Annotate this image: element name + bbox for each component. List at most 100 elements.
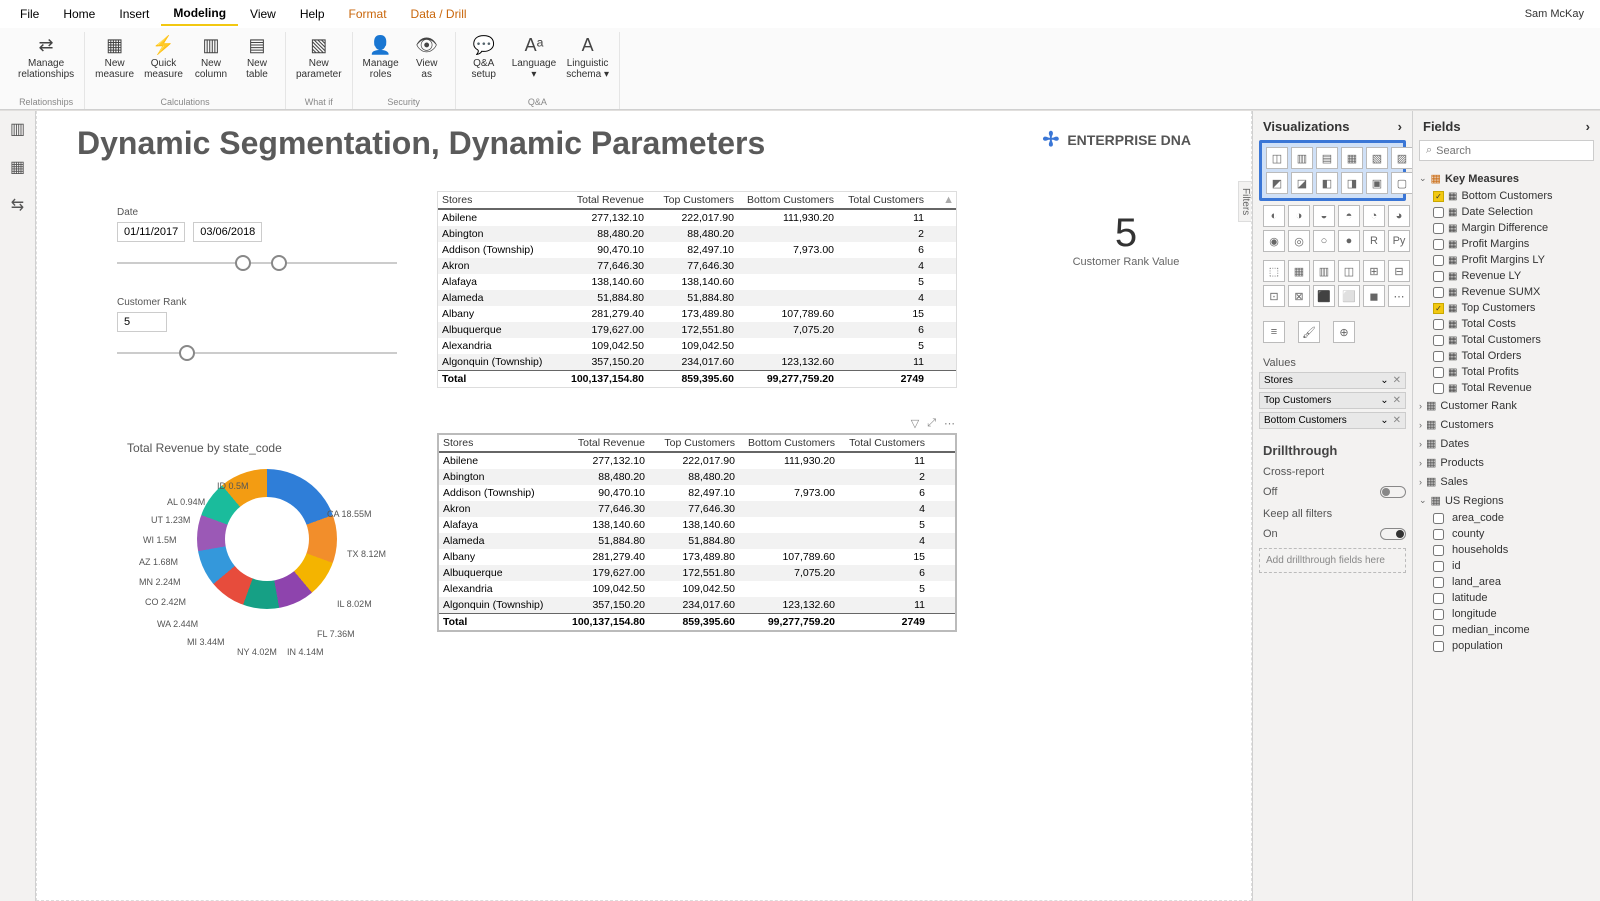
ribbon-q-a-setup[interactable]: 💬Q&Asetup [462, 32, 506, 82]
table-row[interactable]: Algonquin (Township)357,150.20234,017.60… [439, 597, 955, 613]
field-area_code[interactable]: area_code [1419, 510, 1594, 526]
viz-type-icon[interactable]: ◼ [1363, 285, 1385, 307]
field-longitude[interactable]: longitude [1419, 606, 1594, 622]
fields-table-dates[interactable]: ›▦Dates [1419, 434, 1594, 453]
table-row[interactable]: Alexandria109,042.50109,042.505 [439, 581, 955, 597]
viz-type-icon[interactable]: ▦ [1341, 147, 1363, 169]
ribbon-new-measure[interactable]: ▦Newmeasure [91, 32, 138, 82]
field-date-selection[interactable]: ▦Date Selection [1419, 204, 1594, 220]
viz-type-icon[interactable]: ⬜ [1338, 285, 1360, 307]
keep-filters-toggle[interactable] [1380, 528, 1406, 540]
menu-modeling[interactable]: Modeling [161, 2, 238, 26]
viz-type-icon[interactable]: ◕ [1388, 205, 1410, 227]
viz-type-icon[interactable]: ⊠ [1288, 285, 1310, 307]
menu-insert[interactable]: Insert [107, 3, 161, 25]
viz-type-icon[interactable]: ◑ [1288, 205, 1310, 227]
field-revenue-ly[interactable]: ▦Revenue LY [1419, 268, 1594, 284]
viz-type-icon[interactable]: ⬚ [1263, 260, 1285, 282]
filters-pane-collapsed[interactable]: Filters [1238, 181, 1252, 222]
table-row[interactable]: Abilene277,132.10222,017.90111,930.2011 [438, 210, 956, 226]
fields-table-us-regions[interactable]: ⌄▦US Regions [1419, 491, 1594, 510]
field-median_income[interactable]: median_income [1419, 622, 1594, 638]
table-row[interactable]: Alameda51,884.8051,884.804 [439, 533, 955, 549]
fields-table-customers[interactable]: ›▦Customers [1419, 415, 1594, 434]
ribbon-new-column[interactable]: ▥Newcolumn [189, 32, 233, 82]
viz-type-icon[interactable]: ○ [1313, 230, 1335, 252]
menu-format[interactable]: Format [337, 3, 399, 25]
viz-type-icon[interactable]: ◩ [1266, 172, 1288, 194]
table-visual-2-selected[interactable]: ▽ ⤢ ⋯ StoresTotal RevenueTop CustomersBo… [437, 433, 957, 632]
viz-type-icon[interactable]: ▤ [1316, 147, 1338, 169]
ribbon-new-parameter[interactable]: ▧Newparameter [292, 32, 346, 82]
table-row[interactable]: Albany281,279.40173,489.80107,789.6015 [439, 549, 955, 565]
viz-type-icon[interactable]: ● [1338, 230, 1360, 252]
field-profit-margins-ly[interactable]: ▦Profit Margins LY [1419, 252, 1594, 268]
ribbon-linguistic-schema-[interactable]: ALinguisticschema ▾ [562, 32, 613, 82]
viz-type-icon[interactable]: ⬛ [1313, 285, 1335, 307]
field-total-customers[interactable]: ▦Total Customers [1419, 332, 1594, 348]
viz-type-icon[interactable]: ⊟ [1388, 260, 1410, 282]
ribbon-new-table[interactable]: ▤Newtable [235, 32, 279, 82]
table-visual-1[interactable]: StoresTotal RevenueTop CustomersBottom C… [437, 191, 957, 388]
viz-type-icon[interactable]: ◫ [1338, 260, 1360, 282]
model-view-icon[interactable]: ⇆ [8, 195, 28, 215]
viz-type-icon[interactable]: Py [1388, 230, 1410, 252]
table-row[interactable]: Alameda51,884.8051,884.804 [438, 290, 956, 306]
menu-file[interactable]: File [8, 3, 51, 25]
rank-input[interactable]: 5 [117, 312, 167, 332]
table-row[interactable]: Alafaya138,140.60138,140.605 [438, 274, 956, 290]
field-profit-margins[interactable]: ▦Profit Margins [1419, 236, 1594, 252]
viz-type-icon[interactable]: ◨ [1341, 172, 1363, 194]
menu-data-drill[interactable]: Data / Drill [399, 3, 479, 25]
field-total-profits[interactable]: ▦Total Profits [1419, 364, 1594, 380]
field-margin-difference[interactable]: ▦Margin Difference [1419, 220, 1594, 236]
table-row[interactable]: Addison (Township)90,470.1082,497.107,97… [438, 242, 956, 258]
focus-icon[interactable]: ⤢ [927, 417, 936, 430]
viz-type-icon[interactable]: ▧ [1366, 147, 1388, 169]
table-row[interactable]: Abington88,480.2088,480.202 [438, 226, 956, 242]
field-land_area[interactable]: land_area [1419, 574, 1594, 590]
field-revenue-sumx[interactable]: ▦Revenue SUMX [1419, 284, 1594, 300]
viz-type-icon[interactable]: ▥ [1291, 147, 1313, 169]
viz-type-icon[interactable]: ▣ [1366, 172, 1388, 194]
fields-table-products[interactable]: ›▦Products [1419, 453, 1594, 472]
viz-type-icon[interactable]: ◐ [1263, 205, 1285, 227]
viz-type-icon[interactable]: ◫ [1266, 147, 1288, 169]
menu-home[interactable]: Home [51, 3, 107, 25]
fields-table-sales[interactable]: ›▦Sales [1419, 472, 1594, 491]
table-row[interactable]: Algonquin (Township)357,150.20234,017.60… [438, 354, 956, 370]
date-to-input[interactable]: 03/06/2018 [193, 222, 262, 242]
table-row[interactable]: Addison (Township)90,470.1082,497.107,97… [439, 485, 955, 501]
data-view-icon[interactable]: ▦ [8, 157, 28, 177]
field-households[interactable]: households [1419, 542, 1594, 558]
table-row[interactable]: Albany281,279.40173,489.80107,789.6015 [438, 306, 956, 322]
field-total-costs[interactable]: ▦Total Costs [1419, 316, 1594, 332]
field-total-revenue[interactable]: ▦Total Revenue [1419, 380, 1594, 396]
viz-type-icon[interactable]: ⋯ [1388, 285, 1410, 307]
collapse-fields-icon[interactable]: › [1586, 119, 1590, 134]
table-row[interactable]: Akron77,646.3077,646.304 [439, 501, 955, 517]
field-latitude[interactable]: latitude [1419, 590, 1594, 606]
viz-type-icon[interactable]: ◉ [1263, 230, 1285, 252]
field-top-customers[interactable]: ✓▦Top Customers [1419, 300, 1594, 316]
table-row[interactable]: Akron77,646.3077,646.304 [438, 258, 956, 274]
ribbon-view-as[interactable]: 👁Viewas [405, 32, 449, 82]
card-visual[interactable]: 5 Customer Rank Value [1061, 211, 1191, 268]
viz-type-icon[interactable]: ⊞ [1363, 260, 1385, 282]
fields-table-key-measures[interactable]: ⌄▦Key Measures [1419, 169, 1594, 188]
viz-type-icon[interactable]: ▥ [1313, 260, 1335, 282]
table-row[interactable]: Alafaya138,140.60138,140.605 [439, 517, 955, 533]
field-county[interactable]: county [1419, 526, 1594, 542]
viz-type-icon[interactable]: ◧ [1316, 172, 1338, 194]
field-total-orders[interactable]: ▦Total Orders [1419, 348, 1594, 364]
ribbon-manage-relationships[interactable]: ⇄Managerelationships [14, 32, 78, 82]
viz-type-icon[interactable]: ▨ [1391, 147, 1413, 169]
more-icon[interactable]: ⋯ [944, 417, 955, 430]
fields-search[interactable]: ⌕ [1419, 140, 1594, 161]
viz-type-icon[interactable]: ◓ [1338, 205, 1360, 227]
menu-view[interactable]: View [238, 3, 288, 25]
viz-type-icon[interactable]: 🖌 [1298, 321, 1320, 343]
table-row[interactable]: Albuquerque179,627.00172,551.807,075.206 [439, 565, 955, 581]
viz-type-icon[interactable]: ◎ [1288, 230, 1310, 252]
report-view-icon[interactable]: ▥ [8, 119, 28, 139]
